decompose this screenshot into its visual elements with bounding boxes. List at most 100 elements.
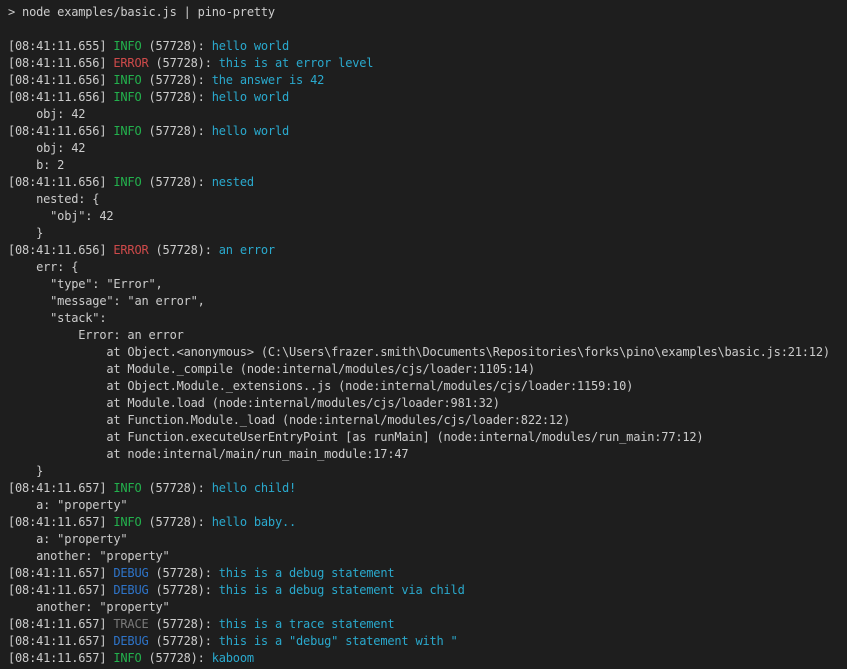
log-line: [08:41:11.656] INFO (57728): hello world	[8, 123, 847, 140]
log-detail-line: obj: 42	[8, 106, 847, 123]
log-detail-text: at Module._compile (node:internal/module…	[8, 362, 535, 376]
command-prompt: > node examples/basic.js | pino-pretty	[8, 4, 847, 21]
log-output: [08:41:11.655] INFO (57728): hello world…	[8, 38, 847, 667]
log-level: INFO	[113, 39, 141, 53]
log-detail-line: "stack":	[8, 310, 847, 327]
log-detail-text: at Object.Module._extensions..js (node:i…	[8, 379, 633, 393]
log-level: INFO	[113, 175, 141, 189]
terminal-output[interactable]: > node examples/basic.js | pino-pretty […	[0, 0, 847, 669]
log-timestamp: [08:41:11.656]	[8, 243, 113, 257]
log-pid: (57728):	[149, 617, 219, 631]
log-detail-text: a: "property"	[8, 498, 127, 512]
log-detail-text: another: "property"	[8, 600, 170, 614]
log-message: hello world	[212, 124, 289, 138]
log-line: [08:41:11.656] INFO (57728): nested	[8, 174, 847, 191]
log-detail-line: at Object.<anonymous> (C:\Users\frazer.s…	[8, 344, 847, 361]
log-timestamp: [08:41:11.657]	[8, 481, 113, 495]
log-detail-line: obj: 42	[8, 140, 847, 157]
log-level: TRACE	[113, 617, 148, 631]
log-level: INFO	[113, 124, 141, 138]
log-line: [08:41:11.657] DEBUG (57728): this is a …	[8, 565, 847, 582]
log-level: DEBUG	[113, 634, 148, 648]
log-detail-text: obj: 42	[8, 107, 85, 121]
log-detail-line: a: "property"	[8, 497, 847, 514]
log-timestamp: [08:41:11.657]	[8, 617, 113, 631]
log-timestamp: [08:41:11.657]	[8, 515, 113, 529]
log-detail-line: another: "property"	[8, 599, 847, 616]
log-line: [08:41:11.656] INFO (57728): the answer …	[8, 72, 847, 89]
log-line: [08:41:11.656] INFO (57728): hello world	[8, 89, 847, 106]
log-detail-text: "stack":	[8, 311, 106, 325]
log-detail-text: }	[8, 226, 43, 240]
log-detail-line: err: {	[8, 259, 847, 276]
log-detail-line: at node:internal/main/run_main_module:17…	[8, 446, 847, 463]
log-level: ERROR	[113, 243, 148, 257]
log-pid: (57728):	[141, 124, 211, 138]
log-detail-line: at Module._compile (node:internal/module…	[8, 361, 847, 378]
log-detail-line: another: "property"	[8, 548, 847, 565]
log-level: ERROR	[113, 56, 148, 70]
log-detail-text: at node:internal/main/run_main_module:17…	[8, 447, 408, 461]
log-detail-text: at Function.executeUserEntryPoint [as ru…	[8, 430, 703, 444]
log-pid: (57728):	[141, 481, 211, 495]
log-message: hello baby..	[212, 515, 296, 529]
log-timestamp: [08:41:11.657]	[8, 566, 113, 580]
log-detail-line: Error: an error	[8, 327, 847, 344]
log-detail-line: at Module.load (node:internal/modules/cj…	[8, 395, 847, 412]
log-message: this is a "debug" statement with "	[219, 634, 458, 648]
log-line: [08:41:11.657] INFO (57728): kaboom	[8, 650, 847, 667]
log-line: [08:41:11.656] ERROR (57728): this is at…	[8, 55, 847, 72]
log-pid: (57728):	[149, 243, 219, 257]
log-detail-text: nested: {	[8, 192, 99, 206]
log-detail-line: }	[8, 463, 847, 480]
log-detail-text: at Object.<anonymous> (C:\Users\frazer.s…	[8, 345, 830, 359]
log-line: [08:41:11.657] TRACE (57728): this is a …	[8, 616, 847, 633]
log-message: this is a debug statement via child	[219, 583, 465, 597]
log-detail-text: a: "property"	[8, 532, 127, 546]
log-detail-line: b: 2	[8, 157, 847, 174]
log-message: kaboom	[212, 651, 254, 665]
log-detail-line: at Function.Module._load (node:internal/…	[8, 412, 847, 429]
log-message: nested	[212, 175, 254, 189]
log-pid: (57728):	[149, 56, 219, 70]
log-line: [08:41:11.655] INFO (57728): hello world	[8, 38, 847, 55]
log-message: hello world	[212, 39, 289, 53]
log-pid: (57728):	[149, 583, 219, 597]
log-pid: (57728):	[149, 634, 219, 648]
log-line: [08:41:11.656] ERROR (57728): an error	[8, 242, 847, 259]
log-message: this is a debug statement	[219, 566, 395, 580]
log-pid: (57728):	[149, 566, 219, 580]
log-level: DEBUG	[113, 583, 148, 597]
log-timestamp: [08:41:11.657]	[8, 651, 113, 665]
log-message: hello child!	[212, 481, 296, 495]
log-detail-text: another: "property"	[8, 549, 170, 563]
log-level: INFO	[113, 515, 141, 529]
log-timestamp: [08:41:11.656]	[8, 73, 113, 87]
log-detail-text: "type": "Error",	[8, 277, 163, 291]
log-message: this is a trace statement	[219, 617, 395, 631]
log-timestamp: [08:41:11.657]	[8, 634, 113, 648]
log-message: the answer is 42	[212, 73, 324, 87]
log-detail-text: b: 2	[8, 158, 64, 172]
log-line: [08:41:11.657] DEBUG (57728): this is a …	[8, 633, 847, 650]
log-timestamp: [08:41:11.656]	[8, 90, 113, 104]
log-line: [08:41:11.657] INFO (57728): hello baby.…	[8, 514, 847, 531]
log-detail-line: at Object.Module._extensions..js (node:i…	[8, 378, 847, 395]
log-timestamp: [08:41:11.656]	[8, 175, 113, 189]
log-detail-text: err: {	[8, 260, 78, 274]
log-detail-line: "type": "Error",	[8, 276, 847, 293]
log-detail-line: "message": "an error",	[8, 293, 847, 310]
log-detail-text: "obj": 42	[8, 209, 113, 223]
log-level: DEBUG	[113, 566, 148, 580]
log-detail-text: obj: 42	[8, 141, 85, 155]
log-detail-line: "obj": 42	[8, 208, 847, 225]
log-detail-text: }	[8, 464, 43, 478]
blank-line	[8, 21, 847, 38]
log-line: [08:41:11.657] DEBUG (57728): this is a …	[8, 582, 847, 599]
log-message: hello world	[212, 90, 289, 104]
log-detail-text: "message": "an error",	[8, 294, 205, 308]
log-timestamp: [08:41:11.656]	[8, 124, 113, 138]
log-detail-text: at Module.load (node:internal/modules/cj…	[8, 396, 500, 410]
log-message: this is at error level	[219, 56, 374, 70]
log-timestamp: [08:41:11.656]	[8, 56, 113, 70]
